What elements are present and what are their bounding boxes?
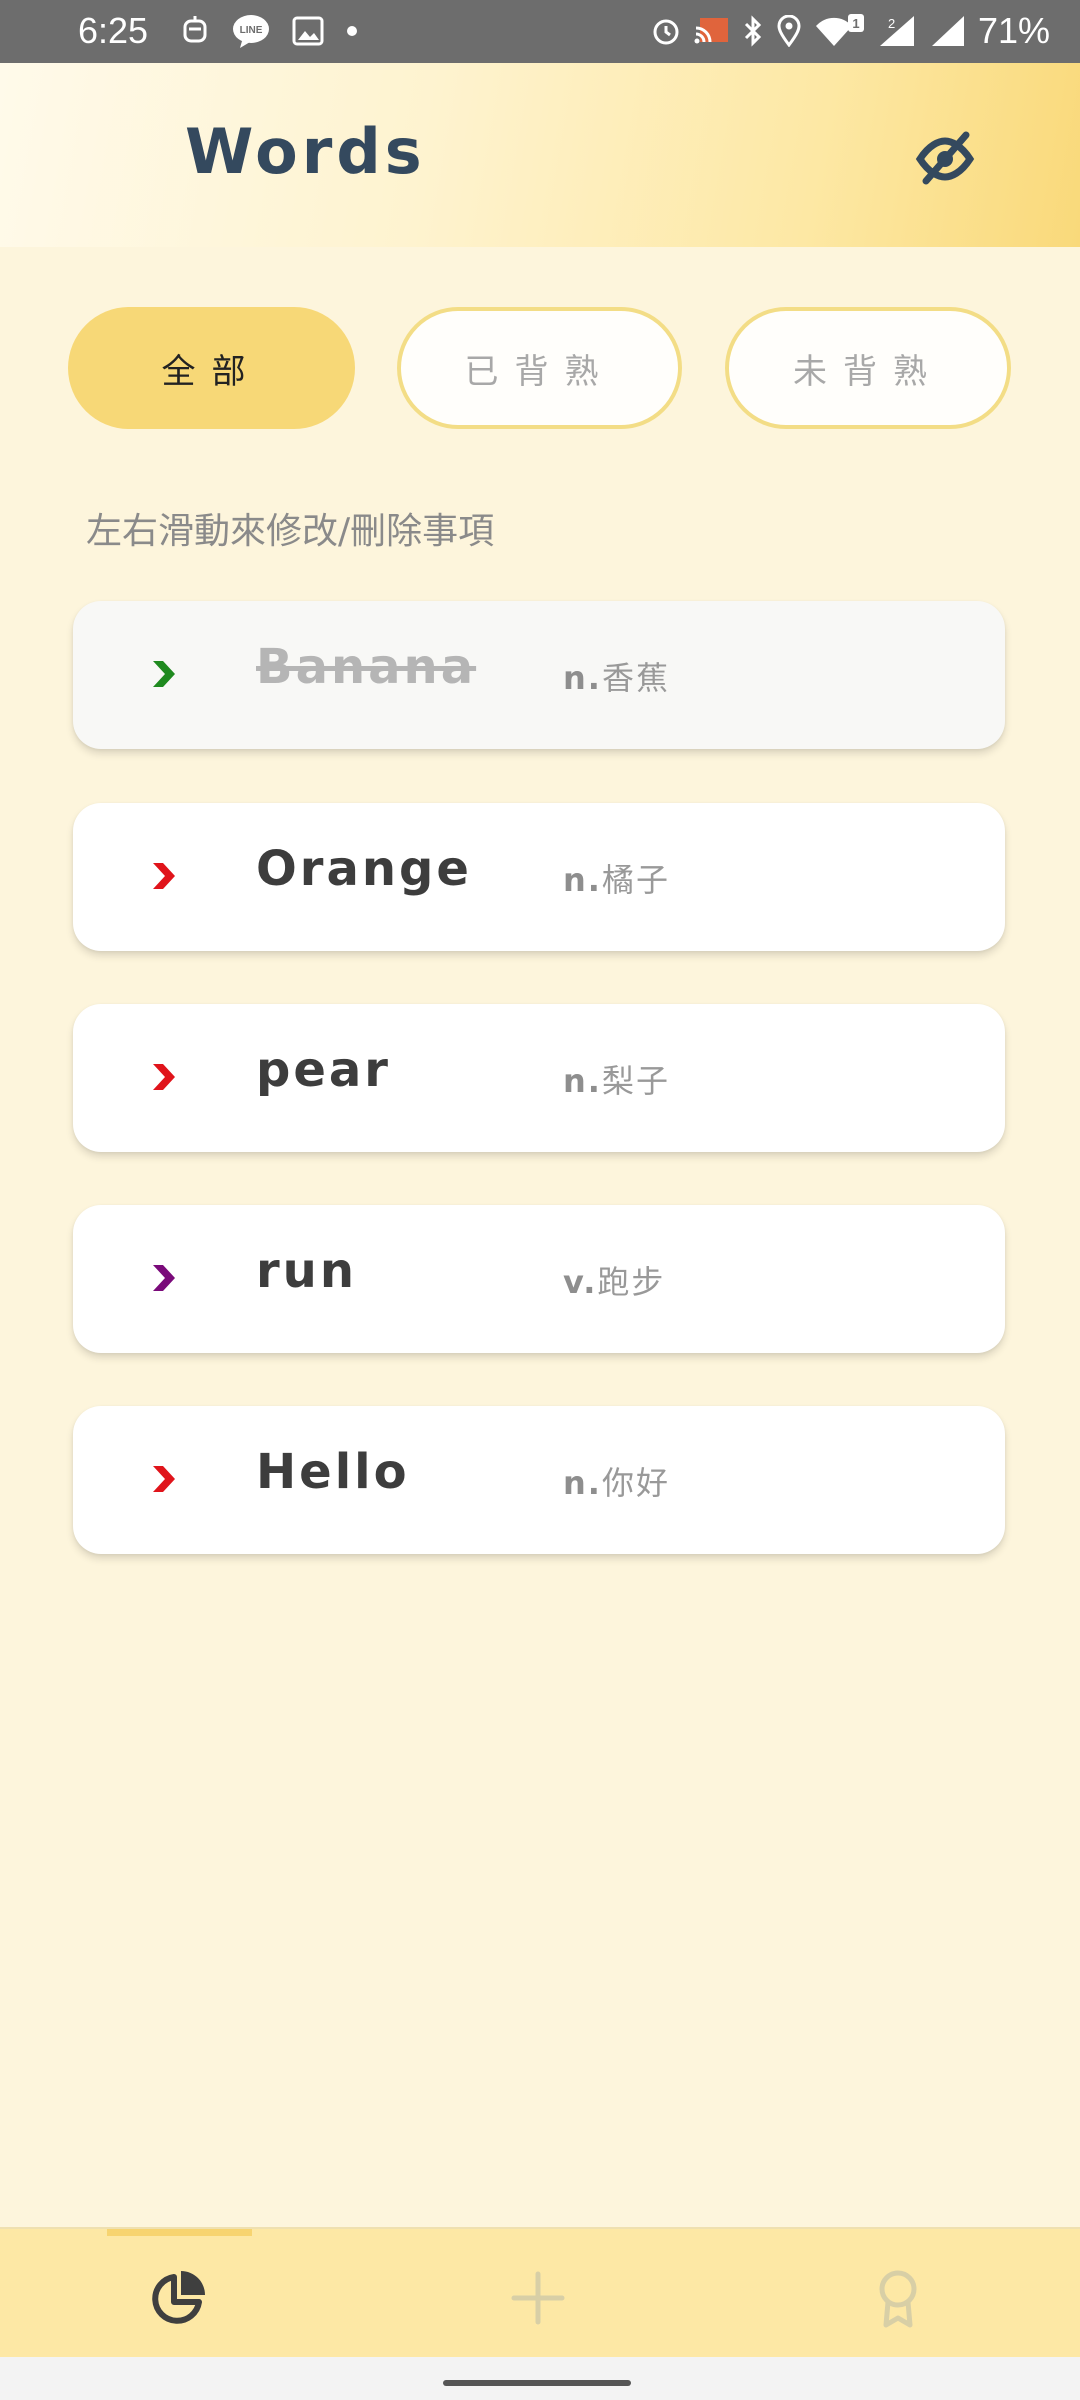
home-gesture-bar[interactable] <box>443 2380 631 2386</box>
visibility-toggle-button[interactable] <box>912 125 978 191</box>
status-time: 6:25 <box>78 10 149 51</box>
swipe-hint: 左右滑動來修改/刪除事項 <box>86 511 495 552</box>
chevron-right-icon <box>153 1466 175 1492</box>
filter-tab-unlearned[interactable]: 未背熟 <box>725 307 1011 429</box>
line-app-icon: LINE <box>233 15 269 48</box>
status-bar: 6:25 LINE 1 2 71% <box>0 0 1080 63</box>
bluetooth-icon <box>744 15 762 47</box>
part-of-speech: n. <box>563 861 602 899</box>
location-icon <box>777 15 801 47</box>
part-of-speech: v. <box>563 1263 598 1301</box>
word-text: Banana <box>256 639 477 695</box>
chevron-right-icon <box>153 1064 175 1090</box>
word-card[interactable]: Orange n.橘子 <box>73 803 1005 951</box>
meaning-text: 你好 <box>601 1464 670 1502</box>
pie-chart-icon <box>152 2271 205 2324</box>
part-of-speech: n. <box>563 1464 602 1502</box>
word-meaning: n.你好 <box>563 1458 670 1504</box>
word-meaning: n.香蕉 <box>563 653 670 699</box>
image-icon <box>292 16 324 46</box>
part-of-speech: n. <box>563 659 602 697</box>
svg-text:2: 2 <box>888 16 895 31</box>
award-icon <box>879 2270 917 2328</box>
filter-tab-all[interactable]: 全部 <box>68 307 355 429</box>
battery-level: 71% <box>977 10 1050 51</box>
app-header: Words <box>0 63 1080 247</box>
page-title: Words <box>185 115 426 188</box>
eye-off-icon <box>915 131 975 185</box>
signal-icon <box>931 16 964 46</box>
word-text: Orange <box>256 841 472 897</box>
plus-icon <box>511 2271 565 2325</box>
cast-icon <box>694 18 728 44</box>
word-text: pear <box>256 1042 391 1098</box>
meaning-text: 橘子 <box>601 861 670 899</box>
word-meaning: n.梨子 <box>563 1056 670 1102</box>
nav-add-button[interactable] <box>498 2258 578 2338</box>
chevron-right-icon <box>153 863 175 889</box>
svg-text:LINE: LINE <box>240 25 263 36</box>
wifi-icon: 1 <box>815 14 864 46</box>
active-tab-indicator <box>107 2229 252 2236</box>
part-of-speech: n. <box>563 1062 602 1100</box>
word-text: run <box>256 1243 358 1299</box>
meaning-text: 跑步 <box>597 1263 666 1301</box>
alarm-icon <box>653 19 679 45</box>
dot-icon <box>347 26 357 36</box>
filter-tab-learned[interactable]: 已背熟 <box>397 307 682 429</box>
svg-text:1: 1 <box>852 16 859 31</box>
signal-icon: 2 <box>879 16 914 46</box>
meaning-text: 梨子 <box>601 1062 670 1100</box>
word-meaning: n.橘子 <box>563 855 670 901</box>
gesture-area <box>0 2357 1080 2400</box>
word-text: Hello <box>256 1444 410 1500</box>
word-meaning: v.跑步 <box>563 1257 665 1303</box>
nav-stats-button[interactable] <box>138 2258 218 2338</box>
chevron-right-icon <box>153 1265 175 1291</box>
meaning-text: 香蕉 <box>601 659 670 697</box>
chevron-right-icon <box>153 661 175 687</box>
word-card[interactable]: Hello n.你好 <box>73 1406 1005 1554</box>
word-card[interactable]: run v.跑步 <box>73 1205 1005 1353</box>
word-card[interactable]: Banana n.香蕉 <box>73 601 1005 749</box>
robot-icon <box>183 16 207 43</box>
nav-award-button[interactable] <box>858 2258 938 2338</box>
word-card[interactable]: pear n.梨子 <box>73 1004 1005 1152</box>
